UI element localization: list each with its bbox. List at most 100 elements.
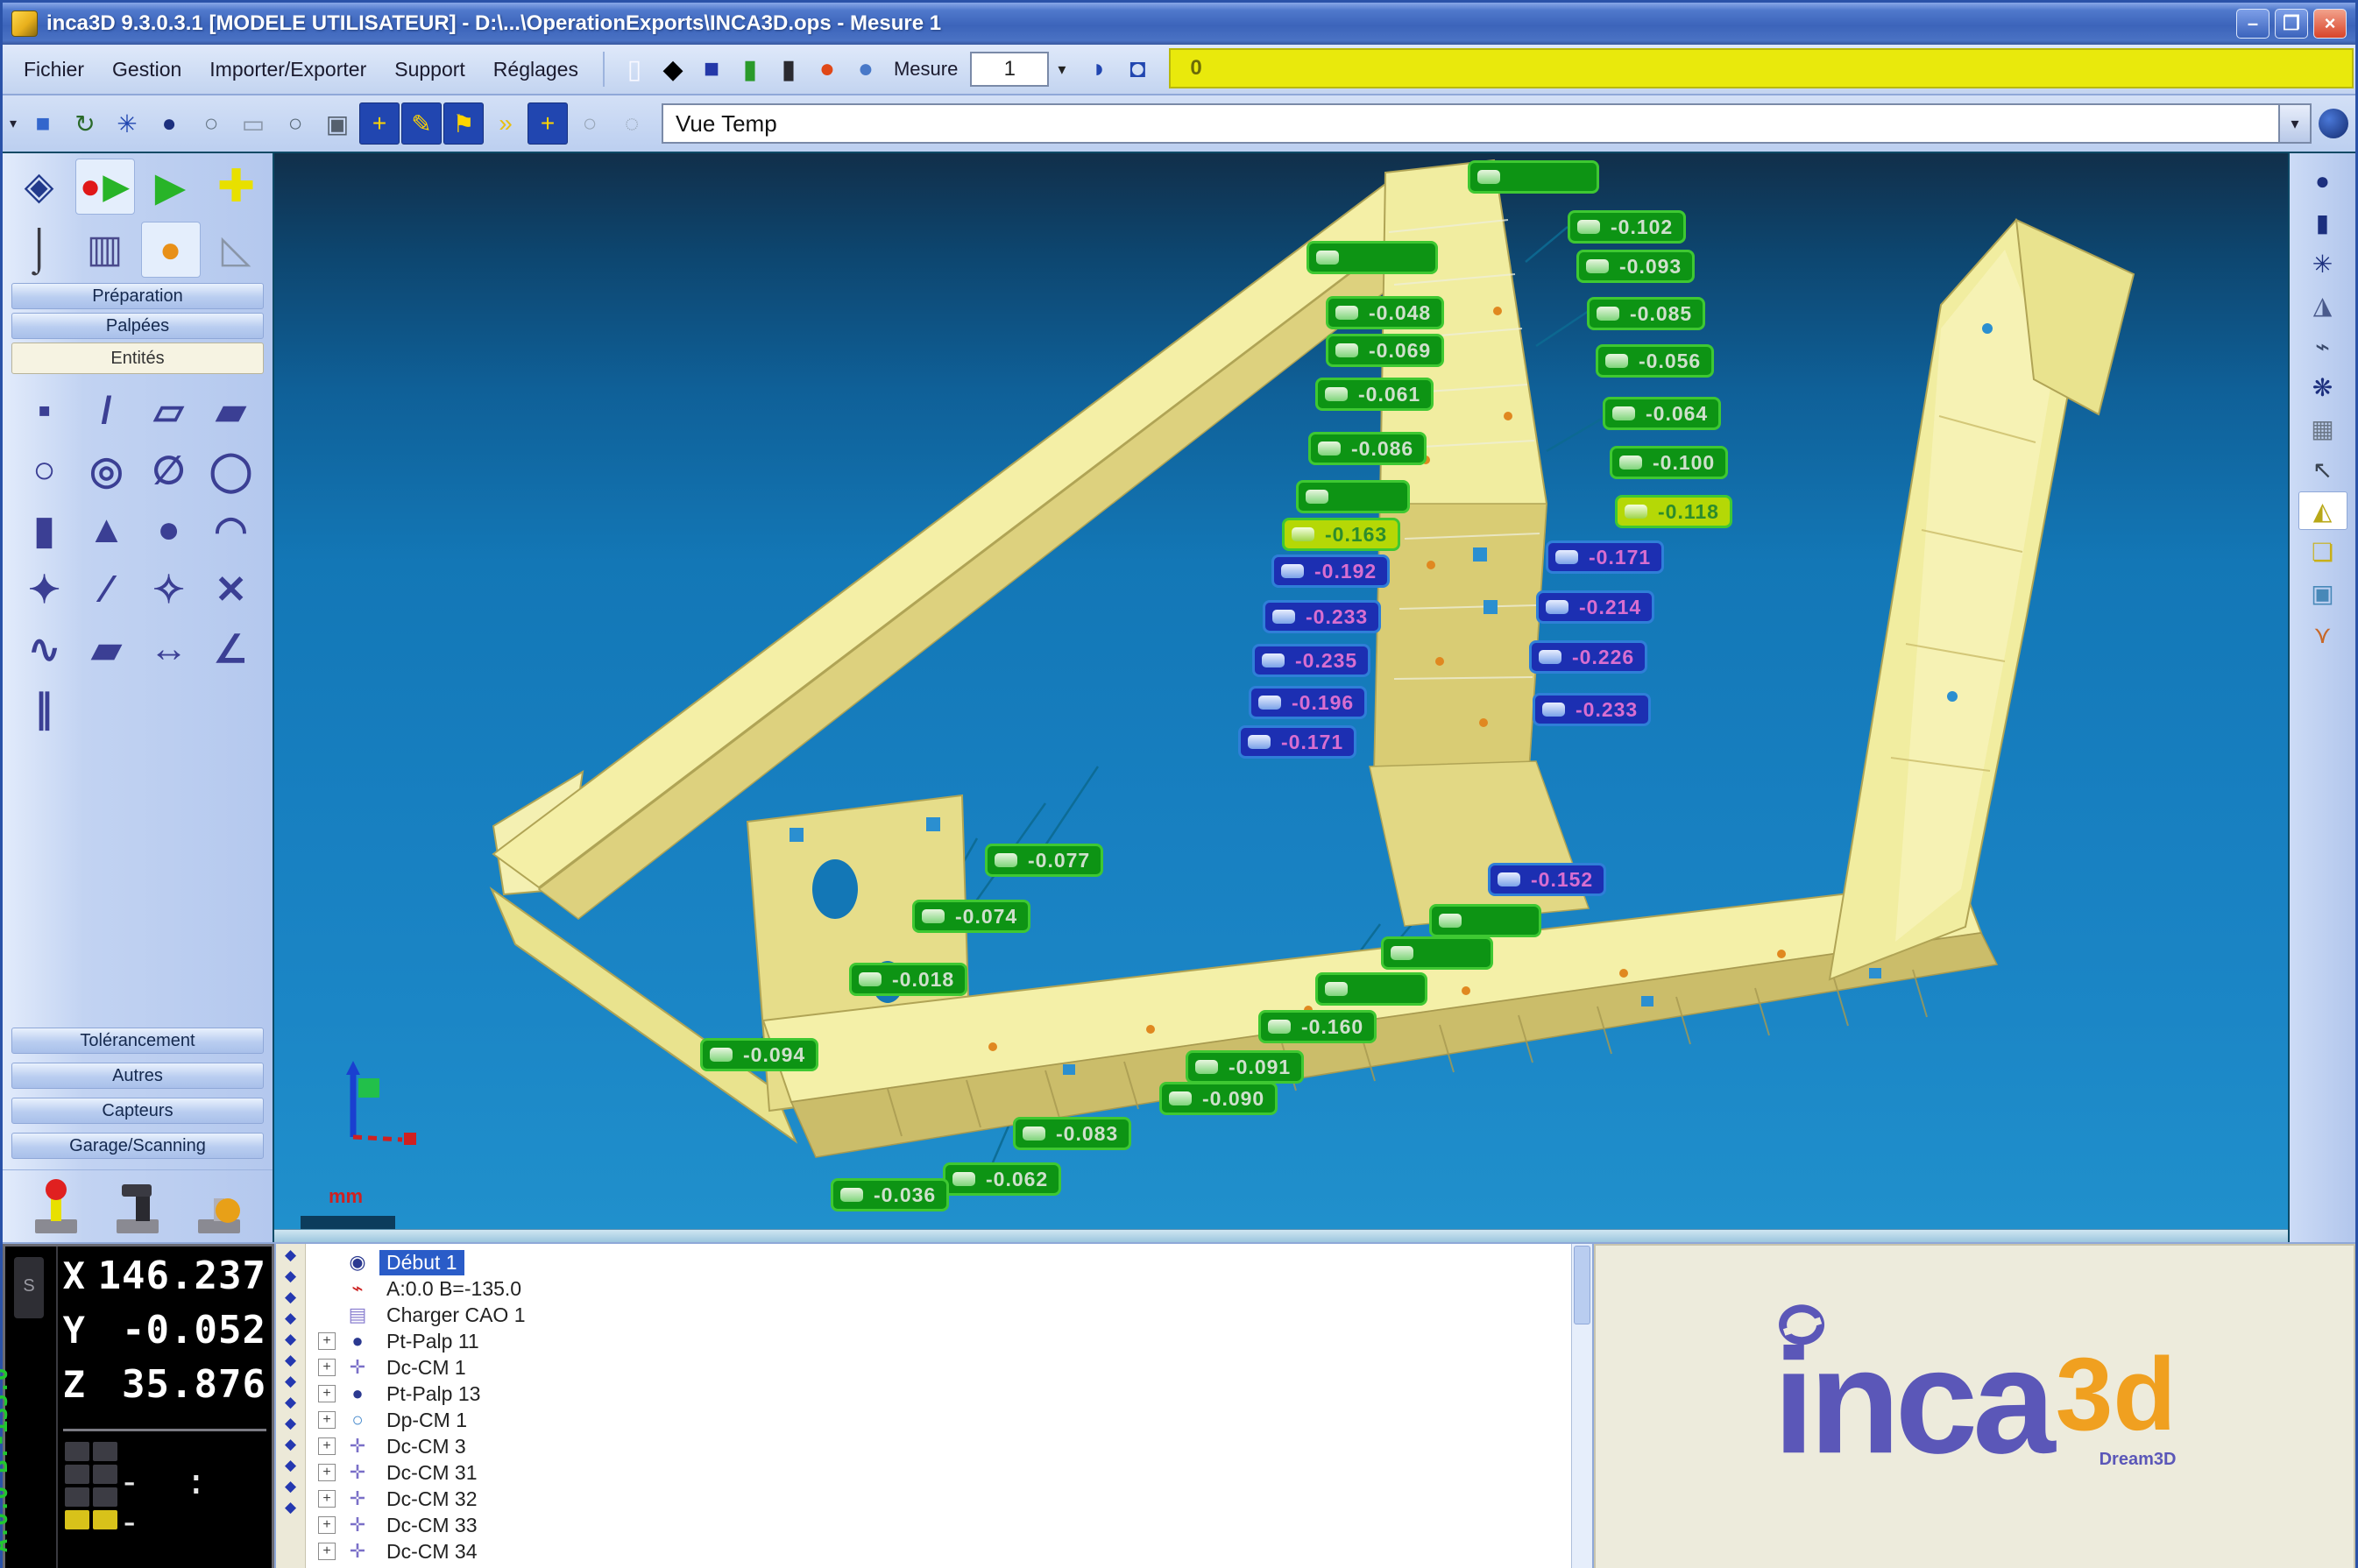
minimize-button[interactable]: – (2236, 9, 2269, 39)
measurement-label[interactable]: -0.192 (1271, 554, 1390, 588)
tree-item[interactable]: +✛Dc-CM 33 (318, 1512, 1571, 1538)
tree-strip-icon[interactable]: ◆ (285, 1374, 296, 1388)
zoom-fit-icon[interactable]: ○ (275, 102, 315, 145)
sidebar-section-garage-scanning[interactable]: Garage/Scanning (11, 1133, 264, 1159)
entity-cylinder-icon[interactable]: ▮ (2298, 203, 2347, 242)
view-select-combo[interactable]: Vue Temp (662, 103, 2280, 144)
measurement-label[interactable] (1468, 160, 1599, 194)
tree-strip-icon[interactable]: ◆ (285, 1331, 296, 1346)
sphere-triad-icon[interactable]: ❋ (2298, 368, 2347, 406)
tree-expand-icon[interactable]: + (318, 1543, 336, 1560)
add-view-icon[interactable]: + (359, 102, 400, 145)
tile-windows-icon[interactable]: ▦ (2298, 409, 2347, 448)
center-view-icon[interactable]: ✳ (107, 102, 147, 145)
view-combo-dropdown-icon[interactable]: ▾ (2280, 103, 2312, 144)
tree-expand-icon[interactable]: + (318, 1490, 336, 1508)
measurement-label[interactable] (1306, 241, 1438, 274)
measurement-label[interactable] (1315, 972, 1427, 1006)
tree-expand-icon[interactable]: + (318, 1332, 336, 1350)
measurement-label[interactable]: -0.018 (849, 963, 967, 996)
locked-view-icon[interactable]: ○ (570, 102, 610, 145)
probe-tool-icon[interactable]: ▮ (769, 50, 808, 88)
measurement-label[interactable]: -0.061 (1315, 378, 1434, 411)
cmm-machine-icon[interactable] (110, 1179, 166, 1235)
cone-icon[interactable]: ▲ (81, 505, 132, 554)
mesure-number-input[interactable]: 1 (970, 52, 1049, 87)
plane-up-icon[interactable]: ▱ (144, 386, 195, 435)
circle-probed-icon[interactable]: ◎ (81, 446, 132, 495)
tree-item[interactable]: +○Dp-CM 1 (318, 1407, 1571, 1433)
tree-expand-icon[interactable]: + (318, 1385, 336, 1402)
tree-strip-icon[interactable]: ◆ (285, 1310, 296, 1325)
sidebar-section-capteurs[interactable]: Capteurs (11, 1098, 264, 1124)
measurement-label[interactable]: -0.094 (700, 1038, 818, 1071)
probe-button[interactable]: ⌡ (10, 222, 69, 278)
sphere-icon[interactable]: ● (144, 505, 195, 554)
cylinder-icon[interactable]: ▮ (19, 505, 70, 554)
cylinder-pair-icon[interactable]: ∥ (19, 684, 70, 733)
measurement-label[interactable]: -0.091 (1186, 1050, 1304, 1084)
new-file-icon[interactable]: ▯ (615, 50, 654, 88)
measurement-label[interactable]: -0.160 (1258, 1010, 1377, 1043)
view-lock-icon[interactable] (2319, 109, 2348, 138)
flag-view-icon[interactable]: ⚑ (443, 102, 484, 145)
tree-mini-toolbar[interactable]: ◆◆◆◆◆◆◆◆◆◆◆◆◆ (276, 1244, 306, 1568)
point-vector-icon[interactable]: ✕ (206, 565, 257, 614)
sidebar-section-tol-rancement[interactable]: Tolérancement (11, 1028, 264, 1054)
measurement-label[interactable] (1381, 936, 1493, 970)
sidebar-section-palpées[interactable]: Palpées (11, 313, 264, 339)
swap-view-icon[interactable]: » (485, 102, 526, 145)
measurement-label[interactable]: -0.163 (1282, 518, 1400, 551)
sidebar-section-entités[interactable]: Entités (11, 343, 264, 374)
measurement-label[interactable]: -0.077 (985, 844, 1103, 877)
photo-view-icon[interactable]: ▣ (2298, 574, 2347, 612)
surface-icon[interactable]: ▰ (81, 625, 132, 674)
measurement-label[interactable]: -0.196 (1249, 686, 1367, 719)
menu-support[interactable]: Support (380, 51, 479, 88)
ellipse-icon[interactable]: ∅ (144, 446, 195, 495)
tree-item[interactable]: +✛Dc-CM 3 (318, 1433, 1571, 1459)
stop-icon[interactable]: ● (808, 50, 846, 88)
arc-icon[interactable]: ◠ (206, 505, 257, 554)
tree-expand-icon[interactable]: + (318, 1516, 336, 1534)
point-corner-icon[interactable]: ✧ (144, 565, 195, 614)
ghost-view-icon[interactable]: ◌ (612, 102, 652, 145)
tree-strip-icon[interactable]: ◆ (285, 1353, 296, 1367)
measurement-label[interactable]: -0.074 (912, 900, 1030, 933)
measurement-label[interactable]: -0.056 (1596, 344, 1714, 378)
tree-expand-icon[interactable]: + (318, 1411, 336, 1429)
play-button[interactable]: ▶ (141, 159, 201, 215)
save-icon[interactable]: ■ (692, 50, 731, 88)
sidebar-section-préparation[interactable]: Préparation (11, 283, 264, 309)
menu-fichier[interactable]: Fichier (10, 51, 98, 88)
sphere-calib-button[interactable]: ● (141, 222, 201, 278)
tree-strip-icon[interactable]: ◆ (285, 1437, 296, 1451)
tree-expand-icon[interactable]: + (318, 1437, 336, 1455)
help-globe-icon[interactable]: ● (846, 50, 885, 88)
select-cursor-icon[interactable]: ↖ (2298, 450, 2347, 489)
measurement-label[interactable]: -0.100 (1610, 446, 1728, 479)
measurement-label[interactable]: -0.048 (1326, 296, 1444, 329)
measurement-label[interactable]: -0.036 (831, 1178, 949, 1211)
entity-sphere-icon[interactable]: ● (2298, 162, 2347, 201)
render-mode-dropdown-icon[interactable]: ▾ (10, 115, 17, 132)
scanner-icon[interactable] (191, 1179, 247, 1235)
tree-strip-icon[interactable]: ◆ (285, 1247, 296, 1262)
tree-expand-icon[interactable]: + (318, 1464, 336, 1481)
tree-strip-icon[interactable]: ◆ (285, 1395, 296, 1409)
tree-strip-icon[interactable]: ◆ (285, 1458, 296, 1473)
zoom-icon[interactable]: ○ (191, 102, 231, 145)
angle-icon[interactable]: ∠ (206, 625, 257, 674)
tree-item[interactable]: +⌁A:0.0 B=-135.0 (318, 1275, 1571, 1302)
tree-strip-icon[interactable]: ◆ (285, 1479, 296, 1494)
measurement-label[interactable]: -0.171 (1546, 540, 1664, 574)
tree-item[interactable]: +✛Dc-CM 31 (318, 1459, 1571, 1486)
tree-item[interactable]: +▤Charger CAO 1 (318, 1302, 1571, 1328)
tree-item[interactable]: +✛Dc-CM 1 (318, 1354, 1571, 1381)
joystick-icon[interactable] (28, 1179, 84, 1235)
point-surface-icon[interactable]: ✦ (19, 565, 70, 614)
tree-item[interactable]: +✛Dc-CM 34 (318, 1538, 1571, 1564)
measurement-label[interactable]: -0.102 (1568, 210, 1686, 244)
probe-path-icon[interactable]: ⌁ (2298, 327, 2347, 365)
point-icon[interactable]: ▪ (19, 386, 70, 435)
